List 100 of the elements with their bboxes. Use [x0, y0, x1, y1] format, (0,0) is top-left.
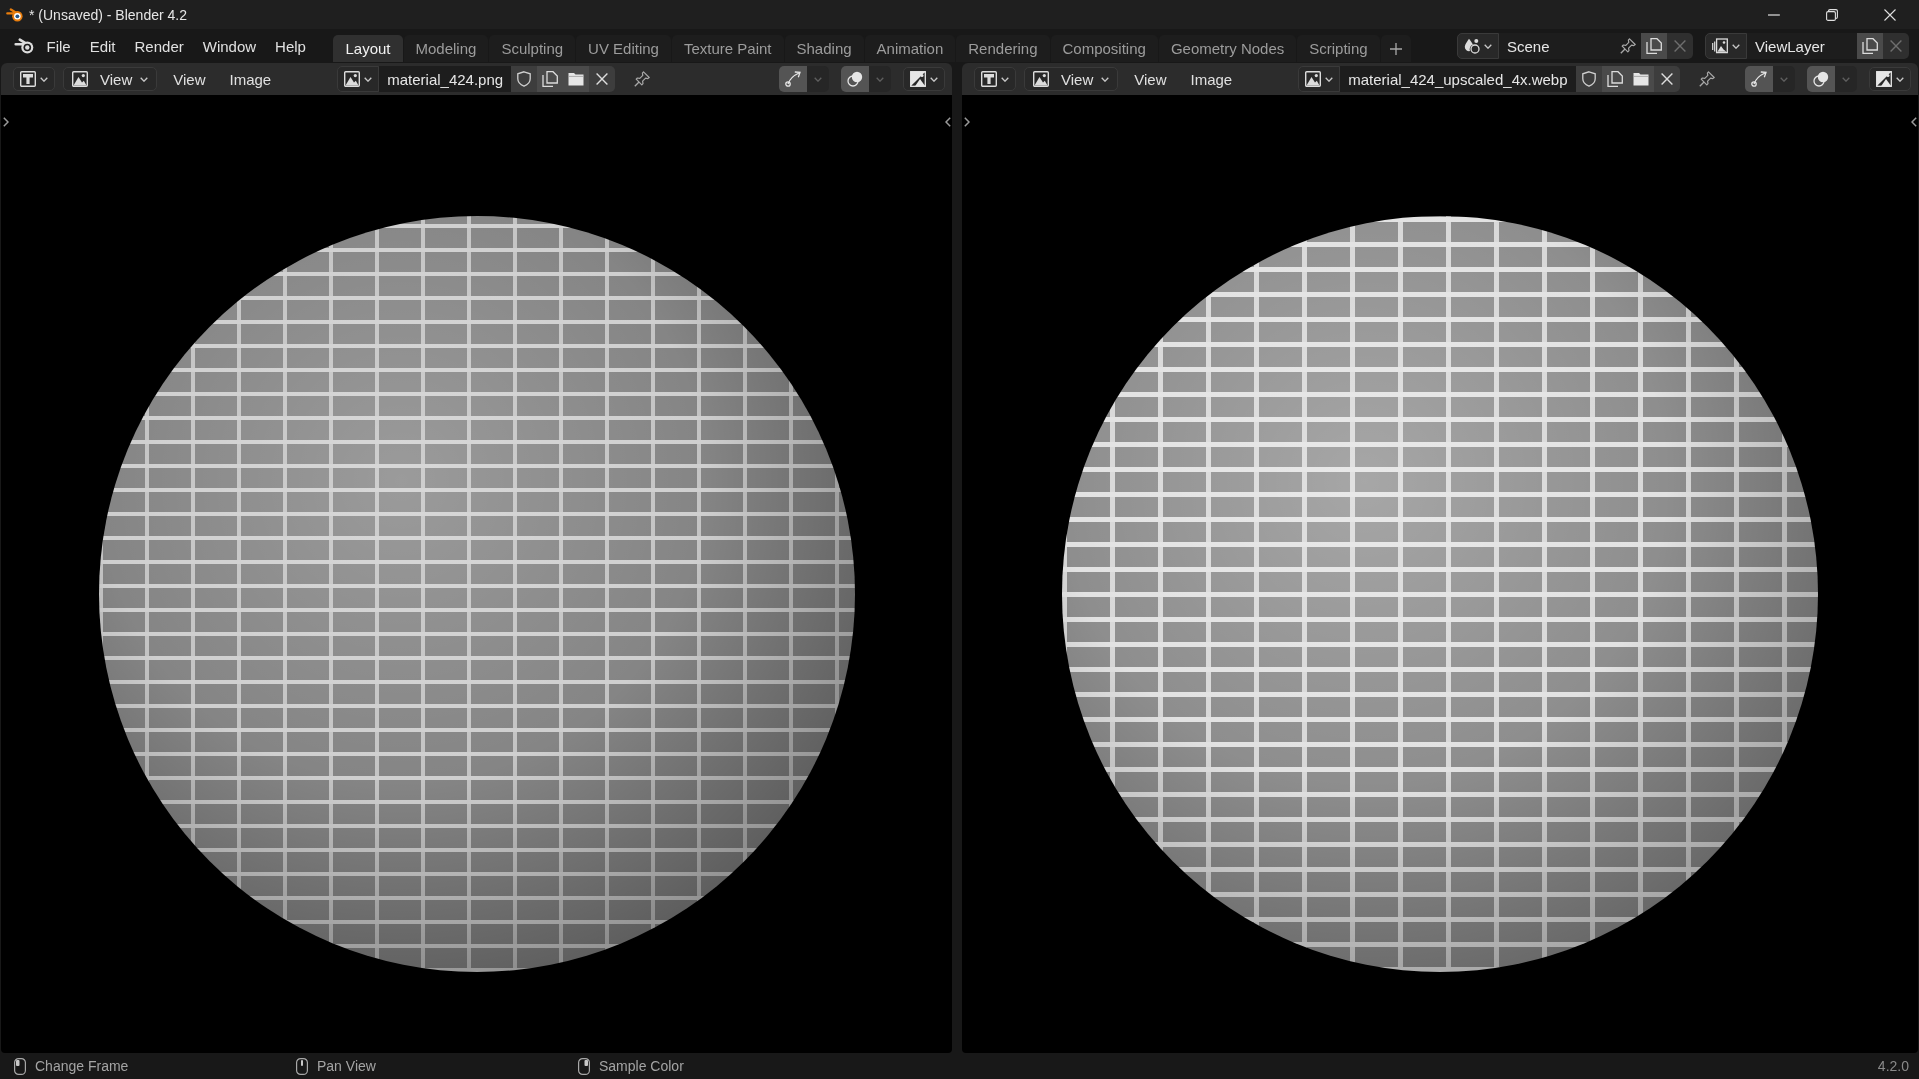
- view-layer-name-field[interactable]: ViewLayer: [1747, 33, 1857, 59]
- scene-name-field[interactable]: Scene: [1499, 33, 1615, 59]
- image-browse-dropdown[interactable]: [1298, 66, 1341, 92]
- workspace-tab[interactable]: Scripting: [1297, 35, 1380, 62]
- caret-icon: [1842, 76, 1850, 82]
- status-hint: Pan View: [317, 1058, 376, 1074]
- image-browse-dropdown[interactable]: [337, 66, 380, 92]
- view-layer-browse-dropdown[interactable]: [1705, 33, 1747, 59]
- caret-icon: [1325, 76, 1334, 82]
- add-workspace-button[interactable]: [1380, 35, 1411, 62]
- workspace-tab[interactable]: Texture Paint: [671, 35, 784, 62]
- status-hint: Sample Color: [599, 1058, 684, 1074]
- mouse-button-icon: [578, 1057, 590, 1075]
- menu-item[interactable]: Edit: [80, 33, 126, 59]
- copy-button[interactable]: [1601, 66, 1628, 92]
- workspace-tab[interactable]: Modeling: [403, 35, 489, 62]
- folder-button[interactable]: [1627, 66, 1654, 92]
- app-logo-icon: [6, 7, 23, 22]
- pin-icon: [1620, 38, 1636, 54]
- scene-browse-dropdown[interactable]: [1457, 33, 1499, 59]
- shield-button[interactable]: [1575, 66, 1602, 92]
- folder-icon: [568, 71, 585, 87]
- view-mode-dropdown[interactable]: View: [1024, 67, 1119, 91]
- split-image-icon: [910, 71, 926, 87]
- view-mode-dropdown[interactable]: View: [63, 67, 158, 91]
- editor-type-dropdown[interactable]: [13, 67, 55, 91]
- workspace-tab[interactable]: Shading: [784, 35, 864, 62]
- copy-icon: [1606, 71, 1623, 87]
- chevron-right-icon[interactable]: [964, 117, 970, 127]
- stacked-images-icon: [1712, 38, 1728, 54]
- caret-icon: [1780, 76, 1788, 82]
- pin-icon: [1698, 71, 1715, 87]
- gizmo-toggle[interactable]: [1745, 66, 1773, 92]
- panel-icon: [981, 71, 997, 87]
- image-name-field[interactable]: material_424.png: [379, 66, 512, 92]
- folder-button[interactable]: [563, 66, 590, 92]
- scene-icon: [1464, 38, 1480, 54]
- menu-item[interactable]: View: [165, 67, 214, 91]
- caret-icon: [140, 76, 149, 82]
- copy-button[interactable]: [1857, 33, 1883, 59]
- status-hint: Change Frame: [35, 1058, 129, 1074]
- version-label: 4.2.0: [1877, 1058, 1909, 1074]
- close-button[interactable]: [589, 66, 616, 92]
- shield-icon: [1580, 71, 1597, 87]
- image-icon: [1305, 71, 1322, 87]
- caret-icon: [1001, 76, 1009, 82]
- menu-item[interactable]: File: [37, 33, 81, 59]
- workspace-tab[interactable]: UV Editing: [576, 35, 671, 62]
- menu-item[interactable]: Help: [265, 33, 316, 59]
- workspace-tab[interactable]: Rendering: [956, 35, 1050, 62]
- curve-arrow-icon: [1751, 71, 1767, 87]
- image-icon: [344, 71, 361, 87]
- menu-item[interactable]: Render: [125, 33, 194, 59]
- overlay-toggle[interactable]: [841, 66, 869, 92]
- mouse-button-icon: [14, 1057, 26, 1075]
- overlapping-circles-icon: [1813, 71, 1829, 87]
- close-icon: [596, 73, 609, 85]
- chevron-left-icon[interactable]: [945, 117, 951, 127]
- workspace-tab[interactable]: Animation: [864, 35, 956, 62]
- chevron-right-icon[interactable]: [3, 117, 9, 127]
- gizmo-toggle[interactable]: [779, 66, 807, 92]
- logo-icon: [14, 38, 34, 54]
- caret-icon: [1101, 76, 1110, 82]
- shield-button[interactable]: [511, 66, 538, 92]
- menu-item[interactable]: Window: [193, 33, 266, 59]
- window-title: * (Unsaved) - Blender 4.2: [29, 6, 187, 23]
- display-channels-dropdown[interactable]: [903, 67, 945, 91]
- restore-icon: [1826, 8, 1838, 21]
- caret-icon: [40, 76, 48, 82]
- workspace-tab[interactable]: Compositing: [1050, 35, 1158, 62]
- menu-item[interactable]: Image: [221, 67, 280, 91]
- caret-icon: [814, 76, 822, 82]
- panel-icon: [20, 71, 36, 87]
- image-icon: [72, 71, 88, 87]
- copy-icon: [542, 71, 559, 87]
- display-channels-dropdown[interactable]: [1869, 67, 1911, 91]
- copy-icon: [1862, 38, 1878, 54]
- close-icon: [1660, 73, 1673, 85]
- close-icon: [1890, 40, 1902, 52]
- chevron-left-icon[interactable]: [1911, 117, 1917, 127]
- folder-icon: [1632, 71, 1649, 87]
- shield-icon: [516, 71, 533, 87]
- workspace-tab[interactable]: Sculpting: [489, 35, 576, 62]
- close-icon: [1884, 8, 1896, 21]
- workspace-tab[interactable]: Layout: [333, 35, 403, 62]
- image-icon: [1033, 71, 1049, 87]
- overlay-toggle[interactable]: [1807, 66, 1835, 92]
- menu-item[interactable]: Image: [1182, 67, 1241, 91]
- copy-button[interactable]: [537, 66, 564, 92]
- caret-icon: [1484, 43, 1492, 49]
- workspace-tab[interactable]: Geometry Nodes: [1158, 35, 1297, 62]
- editor-type-dropdown[interactable]: [974, 67, 1016, 91]
- close-button[interactable]: [1653, 66, 1680, 92]
- menu-item[interactable]: View: [1126, 67, 1175, 91]
- image-name-field[interactable]: material_424_upscaled_4x.webp: [1340, 66, 1576, 92]
- copy-button[interactable]: [1641, 33, 1667, 59]
- plus-icon: [1389, 42, 1402, 55]
- caret-icon: [1896, 76, 1904, 82]
- caret-icon: [876, 76, 884, 82]
- pin-button[interactable]: [1615, 33, 1641, 59]
